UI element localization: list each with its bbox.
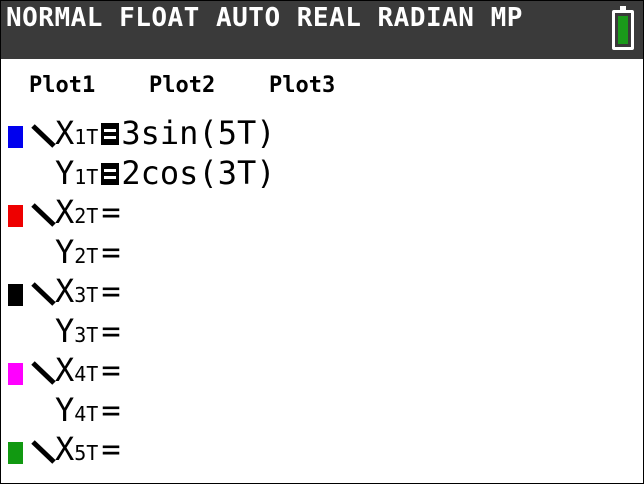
calculator-screen: NORMAL FLOAT AUTO REAL RADIAN MP Plot1 P… [0,0,644,484]
variable-subscript: 4T [74,401,99,426]
equation-content[interactable]: Y1T 2cos(3T) [55,153,275,197]
plot3-toggle[interactable]: Plot3 [269,73,335,98]
equation-content[interactable]: Y3T= [55,311,121,355]
equation-row-y1[interactable]: Y1T 2cos(3T) [1,153,643,193]
equation-row-y2[interactable]: Y2T= [1,232,643,272]
equation-content[interactable]: X2T= [55,192,121,236]
mode-status-text: NORMAL FLOAT AUTO REAL RADIAN MP [6,3,523,33]
variable-name: X [55,193,75,231]
variable-subscript: 3T [74,322,99,347]
variable-name: Y [55,232,75,271]
variable-subscript: 2T [74,243,99,268]
variable-name: X [55,114,75,152]
equation-content[interactable]: X4T= [55,350,121,394]
equals-sign[interactable]: = [101,233,120,271]
plot1-toggle[interactable]: Plot1 [29,73,95,98]
variable-subscript: 3T [74,283,99,307]
variable-name: Y [55,153,75,192]
equals-sign[interactable]: = [101,351,120,389]
variable-subscript: 1T [74,125,99,149]
selected-equals-icon[interactable] [101,162,120,185]
status-bar: NORMAL FLOAT AUTO REAL RADIAN MP [1,1,643,59]
line-style-icon[interactable] [31,439,57,465]
equation-content[interactable]: Y4T= [55,390,121,434]
battery-icon [612,6,634,50]
equation-row-x2[interactable]: X2T= [1,192,643,232]
equals-sign[interactable]: = [101,193,120,231]
equation-content[interactable]: X5T= [55,429,121,473]
equation-row-x3[interactable]: X3T= [1,271,643,311]
variable-name: Y [55,311,75,350]
variable-name: X [55,430,75,468]
equation-content[interactable]: X3T= [55,271,121,315]
selected-equals-icon[interactable] [101,123,120,145]
equation-content[interactable]: X1T 3sin(5T) [55,113,275,157]
equation-row-x4[interactable]: X4T= [1,350,643,390]
variable-name: X [55,272,75,310]
variable-subscript: 2T [74,204,99,228]
variable-subscript: 4T [74,362,99,386]
graph-color-swatch[interactable] [8,205,23,227]
equals-sign[interactable]: = [101,391,120,429]
plot2-toggle[interactable]: Plot2 [149,73,215,98]
graph-color-swatch[interactable] [8,284,23,306]
variable-subscript: 1T [74,164,99,189]
equals-sign[interactable]: = [101,272,120,310]
equation-expression[interactable]: 3sin(5T) [121,114,275,152]
equation-content[interactable]: Y2T= [55,232,121,276]
equation-row-x1[interactable]: X1T 3sin(5T) [1,113,643,153]
variable-name: X [55,351,75,389]
equation-row-x5[interactable]: X5T= [1,429,643,469]
line-style-icon[interactable] [31,281,57,307]
equals-sign[interactable]: = [101,312,120,350]
line-style-icon[interactable] [31,360,57,386]
equation-row-y3[interactable]: Y3T= [1,311,643,351]
stat-plot-row: Plot1 Plot2 Plot3 [1,73,643,107]
line-style-icon[interactable] [31,202,57,228]
graph-color-swatch[interactable] [8,126,23,148]
graph-color-swatch[interactable] [8,442,23,464]
graph-color-swatch[interactable] [8,363,23,385]
equation-row-y4[interactable]: Y4T= [1,390,643,430]
battery-level [618,16,628,44]
equation-expression[interactable]: 2cos(3T) [121,154,275,192]
line-style-icon[interactable] [31,123,57,149]
equals-sign[interactable]: = [101,430,120,468]
variable-name: Y [55,390,75,429]
variable-subscript: 5T [74,441,99,465]
